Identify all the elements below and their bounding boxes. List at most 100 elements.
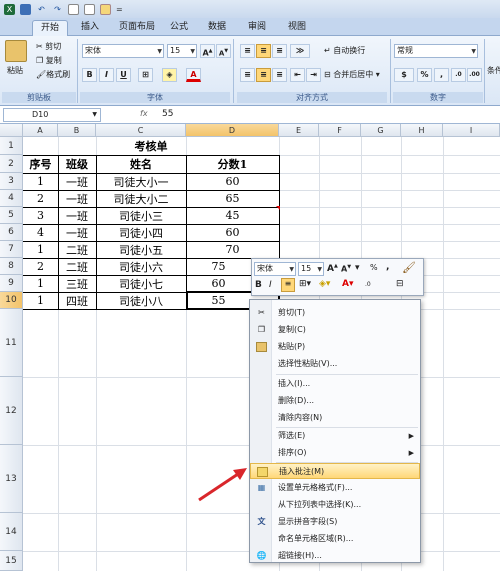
menu-item-clear-contents[interactable]: 清除内容(N) <box>250 410 420 426</box>
tab-insert[interactable]: 插入 <box>73 20 107 36</box>
merge-center-button[interactable]: ⊟ 合并后居中 ▾ <box>324 68 380 82</box>
name-box[interactable]: D10 ▼ <box>3 108 101 122</box>
tab-formulas[interactable]: 公式 <box>162 20 196 36</box>
data-cell[interactable]: 司徒小八 <box>96 292 186 309</box>
menu-item-insert[interactable]: 插入(I)... <box>250 376 420 392</box>
font-size-select[interactable]: 15 ▼ <box>167 44 197 58</box>
currency-button[interactable]: $ <box>394 68 414 82</box>
copy-button[interactable]: ❐ 复制 <box>36 54 62 68</box>
header-cell[interactable]: 班级 <box>58 155 96 173</box>
menu-item-delete[interactable]: 删除(D)... <box>250 393 420 409</box>
data-cell[interactable]: 2 <box>23 258 58 275</box>
fill-color-button[interactable]: ◈ <box>162 68 177 82</box>
decrease-indent-button[interactable]: ⇤ <box>290 68 305 82</box>
data-cell[interactable]: 一班 <box>58 224 96 241</box>
data-cell[interactable]: 3 <box>23 207 58 224</box>
data-cell[interactable]: 司徒大小二 <box>96 190 186 207</box>
formula-input[interactable]: 55 <box>162 109 173 119</box>
row-header[interactable]: 7 <box>0 241 23 258</box>
data-cell[interactable]: 司徒大小一 <box>96 173 186 190</box>
undo-icon[interactable]: ↶ <box>36 4 47 15</box>
row-header[interactable]: 1 <box>0 137 23 155</box>
menu-item-copy[interactable]: ❐ 复制(C) <box>250 322 420 338</box>
mini-fill-button[interactable]: ◈▾ <box>319 279 330 289</box>
bold-button[interactable]: B <box>82 68 97 82</box>
data-cell[interactable]: 四班 <box>58 292 96 309</box>
save-icon[interactable] <box>20 3 31 15</box>
print-preview-icon[interactable] <box>84 3 95 15</box>
align-center-button[interactable]: ≡ <box>256 68 271 82</box>
column-header-g[interactable]: G <box>361 124 401 137</box>
row-header[interactable]: 6 <box>0 224 23 241</box>
data-cell[interactable]: 1 <box>23 292 58 309</box>
mini-grow-font-button[interactable]: A▲ <box>327 263 338 274</box>
data-cell[interactable]: 60 <box>186 173 279 190</box>
cut-button[interactable]: ✂ 剪切 <box>36 40 61 54</box>
data-cell[interactable]: 司徒小四 <box>96 224 186 241</box>
mini-increase-decimal-button[interactable]: .0 <box>365 281 371 288</box>
tab-page-layout[interactable]: 页面布局 <box>111 20 163 36</box>
column-header-a[interactable]: A <box>23 124 58 137</box>
row-header[interactable]: 12 <box>0 377 23 445</box>
column-header-d[interactable]: D <box>186 124 279 137</box>
row-header[interactable]: 14 <box>0 513 23 551</box>
row-header[interactable]: 9 <box>0 275 23 292</box>
open-icon[interactable] <box>100 3 111 15</box>
data-cell[interactable]: 司徒小三 <box>96 207 186 224</box>
format-painter-icon[interactable]: 🖌 <box>402 261 416 274</box>
mini-font-color-button[interactable]: A▾ <box>342 279 353 289</box>
row-header[interactable]: 2 <box>0 155 23 173</box>
format-painter-button[interactable]: 🖌格式刷 <box>36 68 70 82</box>
number-format-select[interactable]: 常规 ▼ <box>394 44 478 58</box>
tab-home[interactable]: 开始 <box>32 20 69 36</box>
menu-item-format-cells[interactable]: ▦ 设置单元格格式(F)... <box>250 480 420 496</box>
data-cell[interactable]: 三班 <box>58 275 96 292</box>
row-header[interactable]: 13 <box>0 445 23 513</box>
percent-button[interactable]: % <box>417 68 432 82</box>
row-header[interactable]: 8 <box>0 258 23 275</box>
fx-icon[interactable]: fx <box>140 109 148 118</box>
data-cell[interactable]: 二班 <box>58 241 96 258</box>
sheet-title[interactable]: 考核单 <box>23 137 279 155</box>
header-cell[interactable]: 分数1 <box>186 155 279 173</box>
data-cell[interactable]: 60 <box>186 224 279 241</box>
mini-percent-button[interactable]: % <box>370 263 378 272</box>
menu-item-sort[interactable]: 排序(O) ▶ <box>250 445 420 461</box>
align-bottom-button[interactable]: ≡ <box>272 44 287 58</box>
mini-font-select[interactable]: 宋体 ▼ <box>254 262 296 276</box>
menu-item-phonetic[interactable]: 文 显示拼音字段(S) <box>250 514 420 530</box>
mini-italic-button[interactable]: I <box>269 280 272 290</box>
tab-data[interactable]: 数据 <box>200 20 234 36</box>
shrink-font-button[interactable]: A▼ <box>216 44 231 58</box>
align-middle-button[interactable]: ≡ <box>256 44 271 58</box>
tab-review[interactable]: 审阅 <box>240 20 274 36</box>
conditional-format-button[interactable]: 条件 <box>487 64 500 78</box>
data-cell[interactable]: 一班 <box>58 173 96 190</box>
data-cell[interactable]: 65 <box>186 190 279 207</box>
mini-border-button[interactable]: ⊞▾ <box>299 279 311 289</box>
menu-item-paste[interactable]: 粘贴(P) <box>250 339 420 355</box>
header-cell[interactable]: 姓名 <box>96 155 186 173</box>
row-header[interactable]: 11 <box>0 309 23 377</box>
data-cell[interactable]: 4 <box>23 224 58 241</box>
data-cell[interactable]: 1 <box>23 275 58 292</box>
increase-decimal-button[interactable]: .0 <box>451 68 466 82</box>
column-header-c[interactable]: C <box>96 124 186 137</box>
data-cell[interactable]: 二班 <box>58 258 96 275</box>
mini-merge-button[interactable]: ⊟ <box>396 279 404 289</box>
align-top-button[interactable]: ≡ <box>240 44 255 58</box>
tab-view[interactable]: 视图 <box>280 20 314 36</box>
row-header[interactable]: 10 <box>0 292 23 309</box>
new-doc-icon[interactable] <box>68 3 79 15</box>
redo-icon[interactable]: ↷ <box>52 4 63 15</box>
data-cell[interactable]: 2 <box>23 190 58 207</box>
menu-item-insert-comment[interactable]: 插入批注(M) <box>250 463 420 479</box>
mini-currency-button[interactable]: ▾ <box>355 263 360 273</box>
column-header-b[interactable]: B <box>58 124 96 137</box>
row-header[interactable]: 3 <box>0 173 23 190</box>
customize-toolbar-button[interactable]: = <box>116 5 123 14</box>
menu-item-hyperlink[interactable]: 🌐 超链接(H)... <box>250 548 420 564</box>
comma-button[interactable]: , <box>434 68 449 82</box>
data-cell[interactable]: 司徒小五 <box>96 241 186 258</box>
data-cell[interactable]: 一班 <box>58 190 96 207</box>
